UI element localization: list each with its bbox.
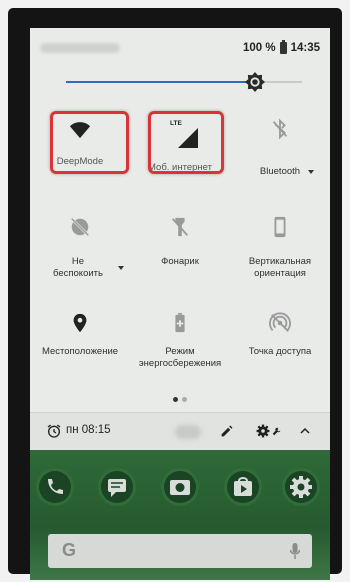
status-bar: 100 % 14:35 bbox=[30, 28, 330, 72]
tile-label: Режим энергосбережения bbox=[138, 346, 222, 369]
edit-icon[interactable] bbox=[220, 425, 233, 438]
dock-settings[interactable] bbox=[282, 468, 320, 506]
collapse-icon[interactable] bbox=[300, 427, 310, 435]
user-avatar-blurred[interactable] bbox=[175, 425, 201, 439]
brightness-slider[interactable] bbox=[66, 72, 302, 92]
dock-phone[interactable] bbox=[36, 468, 74, 506]
battery-percent: 100 % bbox=[242, 42, 276, 54]
quick-settings-footer: пн 08:15 bbox=[30, 412, 330, 451]
page-dot-active[interactable] bbox=[173, 397, 178, 402]
google-logo: G bbox=[62, 540, 77, 560]
home-screen-background: G bbox=[30, 450, 330, 580]
next-alarm[interactable]: пн 08:15 bbox=[66, 424, 111, 436]
tile-location[interactable]: Местоположение bbox=[30, 300, 130, 380]
location-pin-icon bbox=[73, 313, 87, 333]
tile-label: Вертикальная ориентация bbox=[248, 256, 312, 279]
dock-camera[interactable] bbox=[161, 468, 199, 506]
tile-hotspot[interactable]: Точка доступа bbox=[230, 300, 330, 380]
tile-bluetooth[interactable]: Bluetooth bbox=[230, 106, 330, 186]
phone-frame: 100 % 14:35 DeepMode LTE Моб. интернет B… bbox=[8, 8, 342, 580]
page-dot[interactable] bbox=[182, 397, 187, 402]
portrait-phone-icon bbox=[274, 216, 286, 238]
tile-do-not-disturb[interactable]: Не беспокоить bbox=[30, 204, 130, 284]
carrier-name-blurred bbox=[40, 43, 120, 53]
chevron-down-icon[interactable] bbox=[308, 170, 314, 174]
tile-rotation[interactable]: Вертикальная ориентация bbox=[230, 204, 330, 284]
do-not-disturb-icon bbox=[71, 218, 89, 236]
settings-app-icon bbox=[285, 471, 317, 503]
brightness-fill bbox=[66, 81, 255, 83]
highlight-box-mobile-data bbox=[148, 111, 224, 174]
tile-label: Точка доступа bbox=[248, 346, 312, 357]
dock-messages[interactable] bbox=[98, 468, 136, 506]
microphone-icon[interactable] bbox=[290, 543, 300, 559]
camera-icon bbox=[164, 471, 196, 503]
hotspot-off-icon bbox=[269, 312, 291, 332]
status-time: 14:35 bbox=[290, 42, 320, 54]
alarm-icon[interactable] bbox=[46, 423, 62, 439]
battery-icon bbox=[279, 40, 287, 54]
brightness-row bbox=[30, 72, 330, 102]
brightness-sun-icon[interactable] bbox=[245, 72, 265, 92]
chevron-down-icon[interactable] bbox=[118, 266, 124, 270]
quick-settings-panel: 100 % 14:35 DeepMode LTE Моб. интернет B… bbox=[30, 28, 330, 580]
tiles-row-2: Не беспокоить Фонарик Вертикальная ориен… bbox=[30, 204, 330, 284]
flashlight-icon bbox=[171, 217, 189, 237]
phone-icon bbox=[39, 471, 71, 503]
bluetooth-off-icon bbox=[272, 118, 288, 140]
tile-battery-saver[interactable]: Режим энергосбережения bbox=[130, 300, 230, 380]
messages-icon bbox=[101, 471, 133, 503]
tile-flashlight[interactable]: Фонарик bbox=[130, 204, 230, 284]
dock-play-store[interactable] bbox=[224, 468, 262, 506]
google-search-bar[interactable]: G bbox=[48, 534, 312, 568]
highlight-box-wifi bbox=[50, 111, 129, 174]
tile-label: Не беспокоить bbox=[53, 256, 103, 279]
status-right: 100 % 14:35 bbox=[242, 40, 320, 54]
play-store-icon bbox=[227, 471, 259, 503]
wrench-icon bbox=[272, 427, 281, 436]
page-indicator bbox=[30, 389, 330, 407]
settings-icon[interactable] bbox=[256, 424, 270, 438]
tile-label: Фонарик bbox=[161, 256, 199, 267]
tile-label: Местоположение bbox=[41, 346, 119, 357]
battery-saver-icon bbox=[175, 312, 185, 333]
tiles-row-3: Местоположение Режим энергосбережения То… bbox=[30, 300, 330, 380]
